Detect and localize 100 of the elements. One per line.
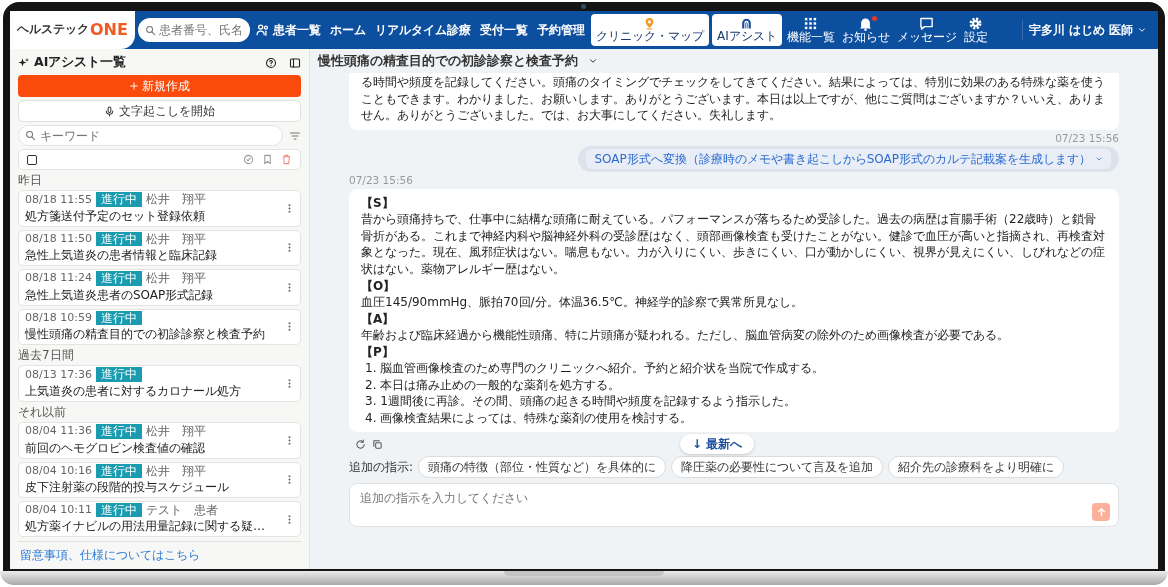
- group-label: 過去7日間: [18, 347, 75, 363]
- camera-dot: [581, 4, 586, 9]
- chevron-down-icon[interactable]: [588, 56, 598, 66]
- panel-toggle-icon[interactable]: [289, 56, 301, 69]
- app-button[interactable]: クリニック・マップ: [590, 14, 709, 46]
- microphone-icon: [104, 105, 115, 117]
- history-item[interactable]: 08/18 11:50 進行中 松井 翔平 急性上気道炎の患者情報と臨床記録: [18, 229, 301, 267]
- history-item[interactable]: 08/18 10:59 進行中 慢性頭痛の精査目的での初診診察と検査予約: [18, 308, 301, 345]
- settings-icon: [968, 15, 984, 31]
- sparkle-icon: [18, 56, 30, 69]
- history-item[interactable]: 08/04 10:11 進行中 テスト 患者 処方薬イナビルの用法用量記録に関する疑…: [18, 500, 301, 538]
- transcribe-button[interactable]: 文字起こしを開始: [18, 100, 301, 122]
- nav-link[interactable]: リアルタイム診療: [371, 21, 474, 39]
- help-icon[interactable]: [265, 56, 277, 69]
- arch-icon: [740, 16, 754, 30]
- refresh-icon[interactable]: [355, 439, 366, 450]
- plan-item: 2. 本日は痛み止めの一般的な薬剤を処方する。: [364, 376, 622, 394]
- item-title: 皮下注射薬の段階的投与スケジュール: [25, 479, 229, 495]
- nav-icon-button[interactable]: メッセージ: [894, 15, 959, 45]
- message-time: 07/23 15:56: [1055, 131, 1119, 145]
- item-time: 08/18 11:55: [25, 192, 92, 207]
- check-circle-icon[interactable]: [243, 154, 254, 165]
- item-title: 前回のヘモグロビン検査値の確認: [25, 440, 205, 456]
- nav-link[interactable]: 予約管理: [533, 21, 588, 39]
- suggestion-chip[interactable]: 降圧薬の必要性について言及を追加: [671, 456, 884, 479]
- section-text: 血圧145/90mmHg、脈拍70回/分。体温36.5℃。神経学的診察で異常所見なし。: [361, 294, 804, 311]
- item-author: 松井 翔平: [145, 424, 206, 439]
- section-heading: 【O】: [361, 277, 397, 295]
- item-author: 松井 翔平: [145, 463, 206, 478]
- item-time: 08/13 17:36: [25, 367, 92, 382]
- history-item[interactable]: 08/18 11:55 進行中 松井 翔平 処方箋送付予定のセット登録依頼: [18, 190, 301, 227]
- group-label: 昨日: [18, 173, 43, 188]
- grid-icon: [803, 15, 819, 31]
- history-item[interactable]: 08/13 17:36 進行中 上気道炎の患者に対するカロナール処方: [18, 365, 301, 402]
- message-time: 07/23 15:56: [349, 174, 414, 187]
- chat-title: 慢性頭痛の精査目的での初診診察と検査予約: [318, 51, 578, 70]
- item-author: 松井 翔平: [145, 231, 206, 247]
- status-badge: 進行中: [95, 231, 142, 247]
- item-author: 松井 翔平: [145, 271, 206, 286]
- arrow-up-icon: [1095, 507, 1107, 518]
- nav-icon-button[interactable]: お知らせ: [839, 15, 892, 45]
- status-badge: 進行中: [95, 271, 142, 286]
- nav-link[interactable]: 受付一覧: [476, 21, 531, 39]
- keyword-search-field[interactable]: キーワード: [18, 125, 283, 146]
- message-input-field[interactable]: 追加の指示を入力してください: [349, 483, 1119, 528]
- item-title: 処方箋送付予定のセット登録依頼: [25, 208, 205, 224]
- status-badge: 進行中: [95, 463, 142, 478]
- scroll-to-latest-button[interactable]: ↓ 最新へ: [679, 434, 755, 455]
- status-badge: 進行中: [95, 367, 142, 382]
- item-title: 急性上気道炎患者のSOAP形式記録: [25, 287, 214, 303]
- suggestion-chip[interactable]: 紹介先の診療科をより明確に: [888, 456, 1065, 479]
- history-item[interactable]: 08/04 11:36 進行中 松井 翔平 前回のヘモグロビン検査値の確認: [18, 422, 301, 459]
- item-title: 慢性頭痛の精査目的での初診診察と検査予約: [25, 326, 265, 342]
- logo-text[interactable]: ヘルステック: [17, 21, 89, 39]
- status-badge: 進行中: [95, 310, 142, 325]
- plan-item: 3. 1週間後に再診。その間、頭痛の起きる時間や頻度を記録するよう指示した。: [364, 393, 797, 410]
- message-text: る時間や頻度を記録してください。頭痛のタイミングでチェックをしてきてください。結果によっては、特別に効果のある特殊な薬を使うこともできます。わかりました、お願いします。ありがとうございます。本日は以上ですが、他にご質問はございますか？いいえ、ありません。ありがとうございました。では、お大事にしてください。失礼します。: [361, 74, 1106, 124]
- caret-icon: [1137, 25, 1147, 35]
- nav-icon-button[interactable]: 機能一覧: [784, 15, 837, 45]
- item-title: 処方薬イナビルの用法用量記録に関する疑…: [25, 519, 265, 535]
- trash-icon[interactable]: [281, 154, 292, 165]
- item-time: 08/04 11:36: [25, 424, 92, 439]
- message-icon: [919, 15, 935, 31]
- info-link[interactable]: 留意事項、仕様についてはこちら: [20, 548, 200, 562]
- nav-icon-button[interactable]: 設定: [961, 15, 990, 45]
- item-time: 08/04 10:16: [25, 463, 92, 478]
- item-author: テスト 患者: [145, 502, 218, 518]
- command-chip[interactable]: SOAP形式へ変換（診療時のメモや書き起こしからSOAP形式のカルテ記載案を生成します）: [586, 149, 1111, 170]
- plan-item: 4. 画像検査結果によっては、特殊な薬剤の使用を検討する。: [364, 409, 694, 427]
- bookmark-icon[interactable]: [262, 154, 273, 165]
- search-icon: [144, 24, 156, 36]
- section-heading: 【P】: [361, 343, 395, 361]
- status-badge: 進行中: [95, 424, 142, 439]
- group-label: それ以前: [18, 404, 67, 420]
- nav-link[interactable]: ホーム: [326, 21, 369, 39]
- item-author: 松井 翔平: [145, 192, 206, 207]
- search-icon: [25, 130, 36, 141]
- filter-icon[interactable]: [289, 129, 301, 142]
- item-time: 08/18 10:59: [25, 310, 92, 325]
- suggestion-chip[interactable]: 頭痛の特徴（部位・性質など）を具体的に: [418, 456, 667, 479]
- section-text: 年齢および臨床経過から機能性頭痛、特に片頭痛が疑われる。ただし、脳血管病変の除外のため画像検査が必要である。: [361, 327, 1010, 344]
- item-title: 上気道炎の患者に対するカロナール処方: [25, 383, 241, 399]
- nav-link[interactable]: 患者一覧: [252, 21, 324, 39]
- status-badge: 進行中: [95, 502, 142, 518]
- copy-icon[interactable]: [372, 439, 383, 450]
- suggestions-label: 追加の指示:: [349, 459, 414, 477]
- section-text: 昔から頭痛持ちで、仕事中に結構な頭痛に耐えている。パフォーマンスが落ちるため受診した。過去の病歴は盲腸手術（22歳時）と鎖骨骨折がある。これまで神経内科や脳神経外科の受診歴はなく、頭部画像検査も受けたことがない。健診で血圧が高いと指摘され、再検査対象となった。現在、風邪症状はない。喘息もない。力が入りにくい、歩きにくい、口が動かしにくい、視界が見えにくい、しびれなどの症状はない。薬物アレルギー歴はない。: [361, 211, 1106, 278]
- section-heading: 【A】: [361, 310, 396, 328]
- item-time: 08/18 11:24: [25, 271, 92, 286]
- history-item[interactable]: 08/18 11:24 進行中 松井 翔平 急性上気道炎患者のSOAP形式記録: [18, 269, 301, 306]
- item-title: 急性上気道炎の患者情報と臨床記録: [25, 248, 217, 264]
- item-time: 08/04 10:11: [25, 503, 92, 517]
- plus-icon: [129, 81, 139, 91]
- history-item[interactable]: 08/04 10:16 進行中 松井 翔平 皮下注射薬の段階的投与スケジュール: [18, 461, 301, 498]
- user-menu[interactable]: 宇多川 はじめ 医師: [1021, 20, 1153, 40]
- sidebar-title: AIアシスト一覧: [34, 53, 127, 72]
- app-button[interactable]: AIアシスト: [711, 14, 782, 46]
- search-field[interactable]: 患者番号、氏名: [137, 18, 250, 42]
- select-all-checkbox[interactable]: [27, 154, 37, 165]
- plan-item: 1. 脳血管画像検査のため専門のクリニックへ紹介。予約と紹介状を当院で作成する。: [364, 360, 826, 377]
